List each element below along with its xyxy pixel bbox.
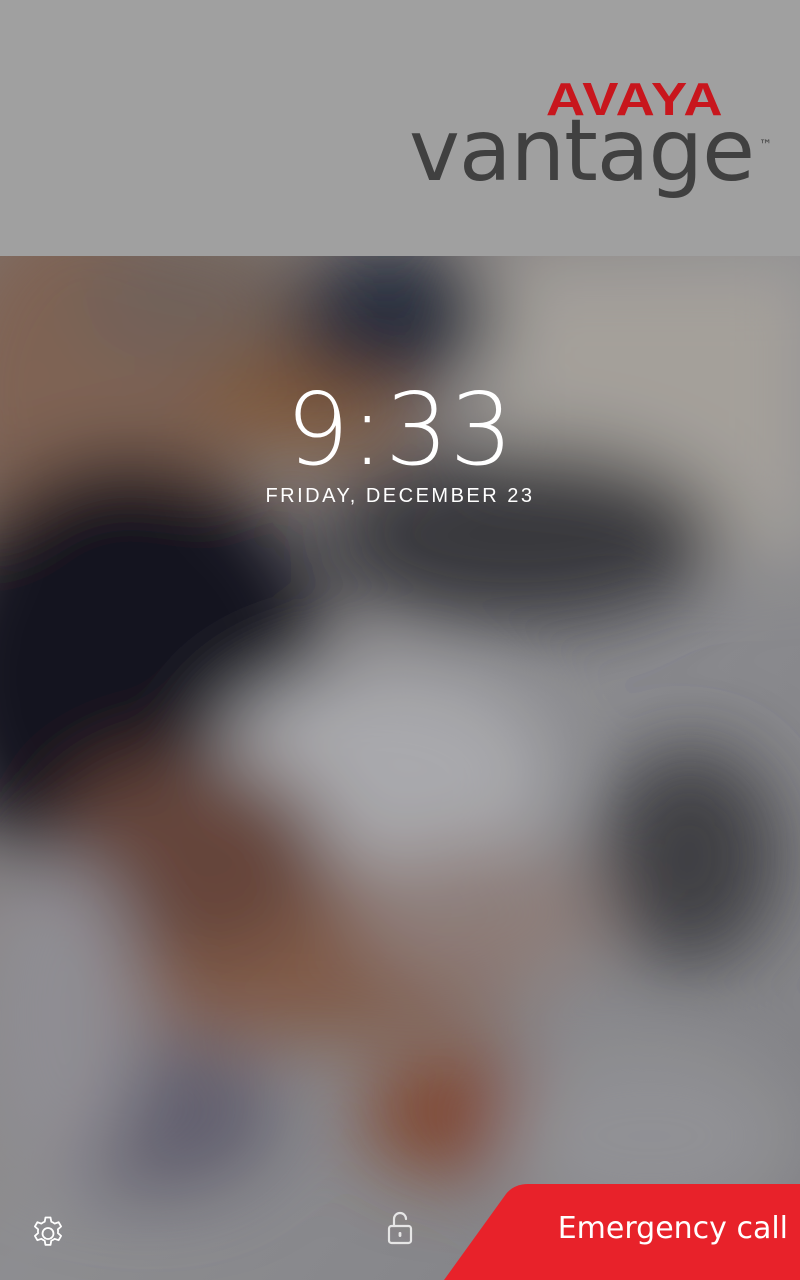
emergency-call-label: Emergency call bbox=[557, 1211, 788, 1246]
emergency-call-button[interactable]: Emergency call bbox=[444, 1184, 800, 1280]
avaya-vantage-logo: AVAYA vantage ™ bbox=[392, 76, 772, 216]
gear-icon bbox=[34, 1216, 62, 1246]
logo-trademark: ™ bbox=[759, 138, 772, 153]
clock-time: 9:33 bbox=[285, 371, 515, 488]
unlock-indicator bbox=[384, 1210, 416, 1246]
header-bar: AVAYA vantage ™ bbox=[0, 0, 800, 256]
clock-date: FRIDAY, DECEMBER 23 bbox=[265, 485, 535, 507]
lock-screen: AVAYA vantage ™ 9:33 FRIDAY, DECEMBER 23… bbox=[0, 0, 800, 1280]
logo-product-text: vantage bbox=[408, 101, 755, 201]
unlocked-padlock-icon bbox=[387, 1211, 413, 1245]
settings-button[interactable] bbox=[29, 1214, 67, 1252]
